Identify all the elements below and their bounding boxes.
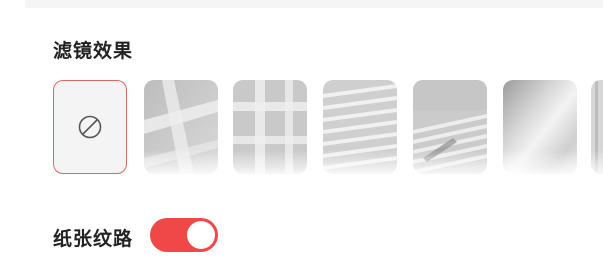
toggle-knob xyxy=(187,221,215,249)
filter-option-window-diagonal[interactable] xyxy=(144,80,218,174)
window-shadow-texture xyxy=(144,80,218,174)
paper-texture-label: 纸张纹路 xyxy=(53,228,134,250)
blinds-shadow-texture xyxy=(323,80,397,174)
soft-light-texture xyxy=(503,80,577,174)
blinds-diagonal-texture xyxy=(413,80,487,174)
filter-section-title: 滤镜效果 xyxy=(53,40,134,62)
filter-option-none[interactable] xyxy=(53,80,127,174)
texture-partial xyxy=(591,80,603,174)
filter-option-partial[interactable] xyxy=(591,80,603,174)
no-filter-icon xyxy=(78,115,102,139)
filter-options-row xyxy=(53,80,603,174)
top-divider-strip xyxy=(25,0,603,8)
paper-texture-toggle[interactable] xyxy=(150,218,218,252)
filter-option-window-grid[interactable] xyxy=(233,80,307,174)
filter-option-blinds-diagonal[interactable] xyxy=(413,80,487,174)
filter-option-blinds[interactable] xyxy=(323,80,397,174)
window-frame-shadow-texture xyxy=(233,80,307,174)
filter-option-soft-light[interactable] xyxy=(503,80,577,174)
